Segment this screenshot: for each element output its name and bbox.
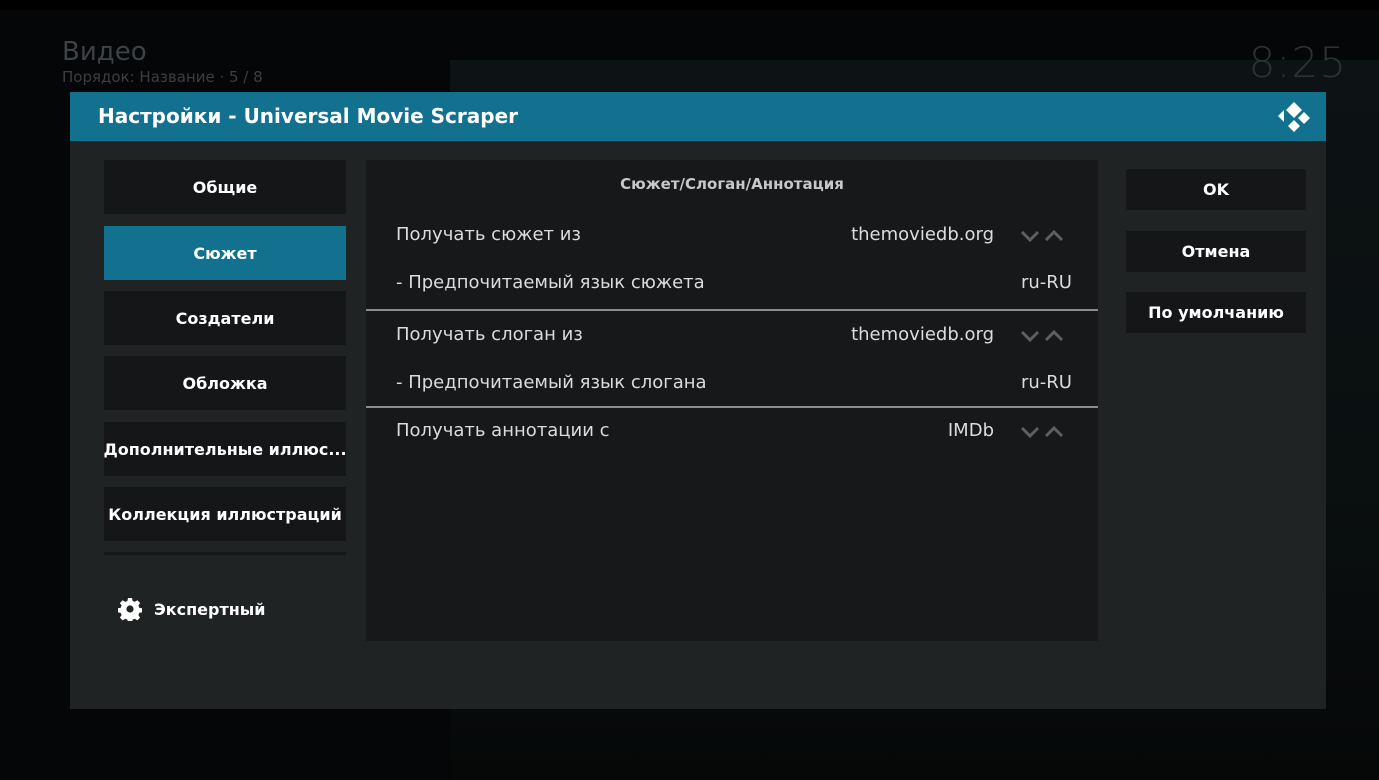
settings-level-label: Экспертный (154, 599, 266, 619)
setting-value: ru-RU (1021, 372, 1072, 393)
ok-button[interactable]: OK (1126, 169, 1306, 210)
setting-row-tagline-source[interactable]: Получать слоган из themoviedb.org (366, 312, 1098, 360)
dialog-header: Настройки - Universal Movie Scraper (70, 92, 1326, 141)
settings-panel: Сюжет/Слоган/Аннотация Получать сюжет из… (366, 160, 1098, 641)
category-poster[interactable]: Обложка (104, 356, 346, 410)
category-extra-art[interactable]: Дополнительные иллюс... (104, 422, 346, 476)
category-creators[interactable]: Создатели (104, 291, 346, 345)
window-title: Видео (62, 37, 147, 67)
cancel-button[interactable]: Отмена (1126, 231, 1306, 272)
reset-defaults-button[interactable]: По умолчанию (1126, 292, 1306, 333)
category-plot[interactable]: Сюжет (104, 226, 346, 280)
settings-dialog: Настройки - Universal Movie Scraper Общи… (70, 92, 1326, 709)
category-list-end (104, 552, 346, 555)
setting-label: Получать сюжет из (396, 224, 582, 245)
setting-value: IMDb (947, 420, 994, 441)
setting-label: Получать слоган из (396, 324, 583, 345)
spinner-arrows-icon[interactable] (1020, 229, 1068, 243)
settings-level-button[interactable]: Экспертный (118, 597, 265, 621)
setting-row-plot-source[interactable]: Получать сюжет из themoviedb.org (366, 212, 1098, 260)
setting-label: Получать аннотации с (396, 420, 610, 441)
category-collection-art[interactable]: Коллекция иллюстраций (104, 487, 346, 541)
clock: 8:25 (1248, 38, 1347, 87)
sort-info: Порядок: Название · 5 / 8 (62, 68, 263, 86)
setting-row-plot-language[interactable]: - Предпочитаемый язык сюжета ru-RU (366, 260, 1098, 308)
setting-row-tagline-language[interactable]: - Предпочитаемый язык слогана ru-RU (366, 360, 1098, 408)
category-general[interactable]: Общие (104, 160, 346, 214)
setting-value: themoviedb.org (851, 224, 994, 245)
setting-label: - Предпочитаемый язык слогана (396, 372, 707, 393)
kodi-logo-icon (1278, 102, 1310, 132)
setting-label: - Предпочитаемый язык сюжета (396, 272, 705, 293)
gear-icon (118, 598, 142, 621)
setting-value: ru-RU (1021, 272, 1072, 293)
dialog-title: Настройки - Universal Movie Scraper (98, 104, 519, 128)
setting-value: themoviedb.org (851, 324, 994, 345)
section-title: Сюжет/Слоган/Аннотация (620, 175, 844, 193)
spinner-arrows-icon[interactable] (1020, 329, 1068, 343)
spinner-arrows-icon[interactable] (1020, 425, 1068, 439)
group-divider (366, 309, 1098, 311)
setting-row-outline-source[interactable]: Получать аннотации с IMDb (366, 408, 1098, 456)
